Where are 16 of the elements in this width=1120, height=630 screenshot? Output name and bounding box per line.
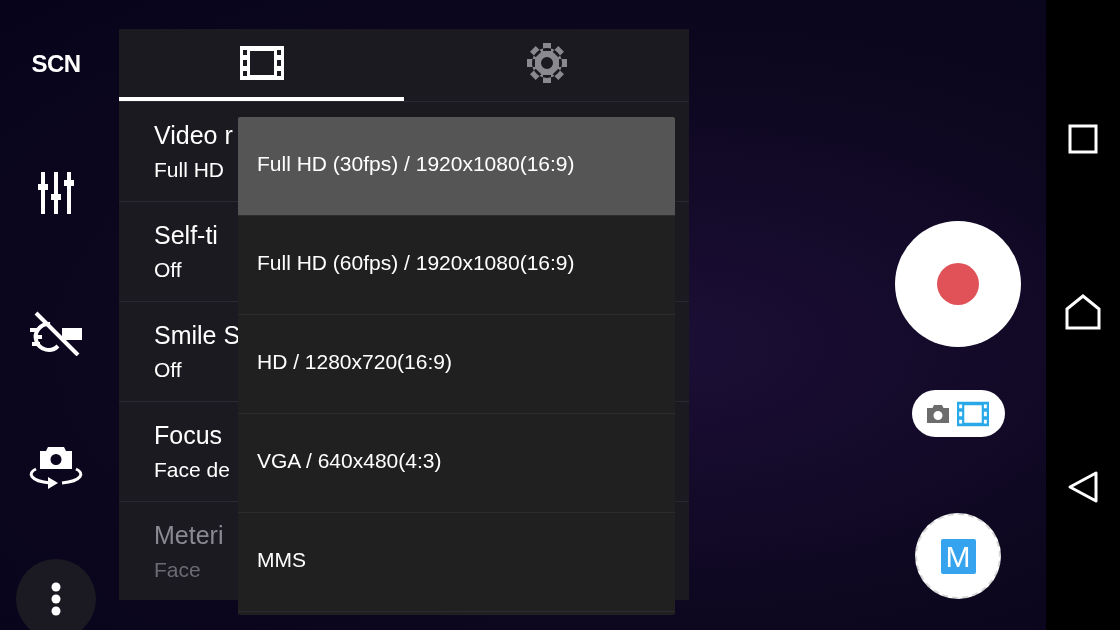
setting-value: Face (154, 558, 201, 582)
setting-value: Face de (154, 458, 230, 482)
resolution-option[interactable]: Full HD (60fps) / 1920x1080(16:9) (238, 216, 675, 315)
setting-title: Smile S (154, 321, 241, 350)
setting-value: Full HD (154, 158, 224, 182)
resolution-option[interactable]: MMS (238, 513, 675, 612)
scene-label[interactable]: SCN (31, 48, 81, 80)
resolution-option[interactable]: Full HD (30fps) / 1920x1080(16:9) (238, 117, 675, 216)
setting-title: Meteri (154, 521, 224, 550)
setting-value: Off (154, 258, 182, 282)
setting-title: Focus (154, 421, 223, 450)
resolution-option[interactable]: VGA / 640x480(4:3) (238, 414, 675, 513)
setting-title: Self-ti (154, 221, 218, 250)
setting-value: Off (154, 358, 182, 382)
setting-title: Video r (154, 121, 233, 150)
resolution-option[interactable]: HD / 1280x720(16:9) (238, 315, 675, 414)
